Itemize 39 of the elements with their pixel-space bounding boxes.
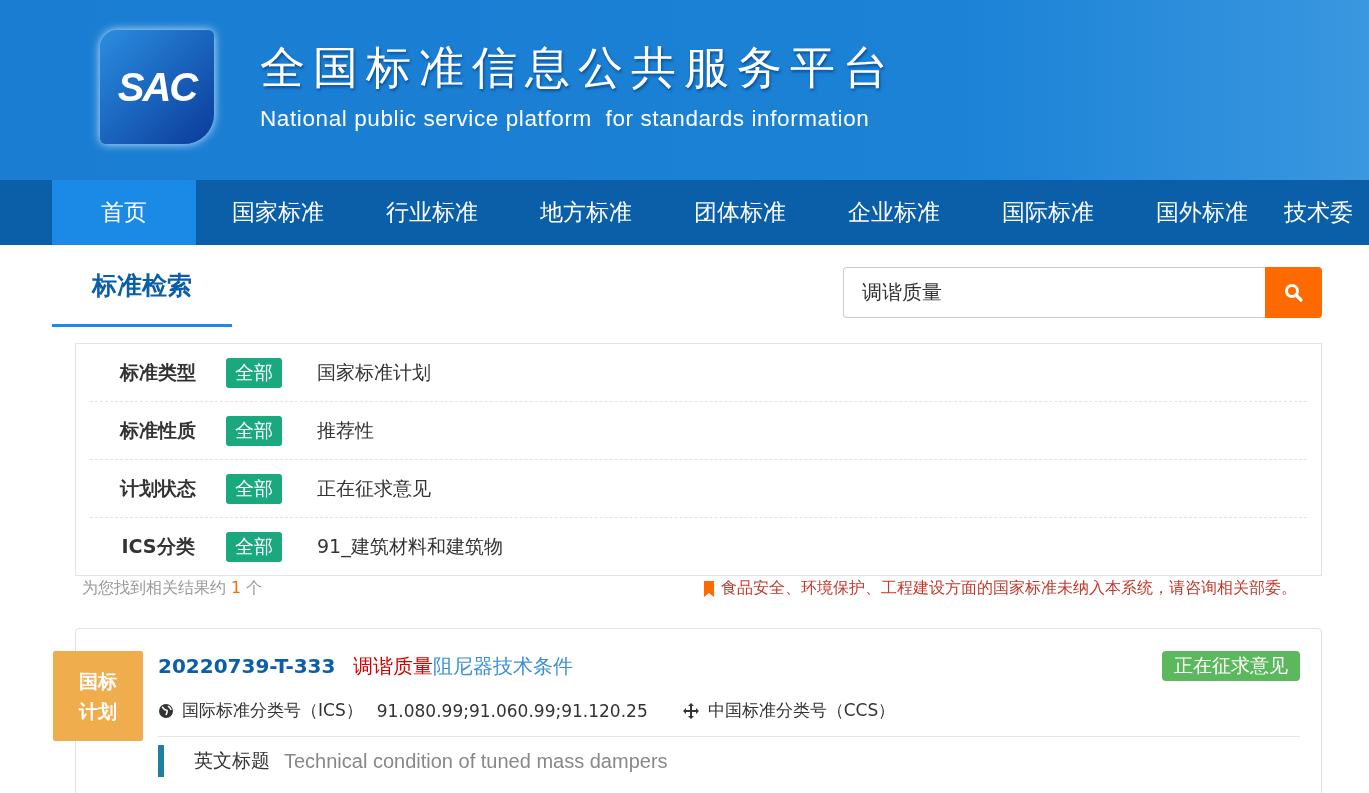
filter-label: 标准类型 bbox=[118, 359, 197, 385]
nav-tab[interactable]: 团体标准 bbox=[668, 180, 812, 245]
nav-tab[interactable]: 地方标准 bbox=[514, 180, 658, 245]
type-badge: 国标 计划 bbox=[53, 651, 143, 741]
move-arrows-icon bbox=[681, 701, 700, 720]
english-title-label: 英文标题 bbox=[194, 748, 270, 773]
filter-label: ICS分类 bbox=[120, 533, 196, 559]
result-summary: 为您找到相关结果约 1 个 bbox=[82, 578, 263, 599]
globe-icon bbox=[158, 702, 174, 719]
standard-title[interactable]: 调谐质量阻尼器技术条件 bbox=[353, 652, 574, 680]
ics-label: 国际标准分类号（ICS） bbox=[182, 699, 363, 722]
nav-tab[interactable]: 行业标准 bbox=[360, 180, 504, 245]
ccs-label: 中国标准分类号（CCS） bbox=[707, 699, 896, 722]
filter-value[interactable]: 正在征求意见 bbox=[317, 475, 431, 502]
filter-value[interactable]: 91_建筑材料和建筑物 bbox=[317, 533, 503, 560]
ics-value: 91.080.99;91.060.99;91.120.25 bbox=[376, 700, 648, 721]
nav-tab[interactable]: 企业标准 bbox=[822, 180, 966, 245]
filter-label: 计划状态 bbox=[118, 475, 197, 501]
site-title: 全国标准信息公共服务平台 bbox=[260, 40, 896, 96]
search-tab[interactable]: 标准检索 bbox=[52, 245, 232, 327]
filter-label: 标准性质 bbox=[118, 417, 197, 443]
search-button[interactable] bbox=[1265, 267, 1322, 318]
filter-value[interactable]: 推荐性 bbox=[317, 417, 374, 444]
site-subtitle: National public service platform for standards information bbox=[260, 106, 871, 132]
bookmark-icon bbox=[703, 580, 715, 597]
nav-tab[interactable]: 国外标准 bbox=[1130, 180, 1274, 245]
status-tag: 正在征求意见 bbox=[1162, 651, 1300, 681]
search-icon bbox=[1283, 282, 1304, 303]
nav-tab[interactable]: 首页 bbox=[52, 180, 196, 245]
accent-bar bbox=[158, 745, 164, 777]
standard-code[interactable]: 20220739-T-333 bbox=[158, 654, 336, 678]
filter-value[interactable]: 国家标准计划 bbox=[317, 359, 431, 386]
nav-tab[interactable]: 国家标准 bbox=[206, 180, 350, 245]
notice-text: 食品安全、环境保护、工程建设方面的国家标准未纳入本系统，请咨询相关部委。 bbox=[721, 578, 1297, 599]
english-title: Technical condition of tuned mass dampers bbox=[284, 749, 668, 773]
sac-logo[interactable]: SAC bbox=[100, 30, 214, 144]
nav-tab[interactable]: 国际标准 bbox=[976, 180, 1120, 245]
nav-tab[interactable]: 技术委 bbox=[1284, 180, 1369, 245]
search-field[interactable]: 调谐质量 bbox=[843, 267, 1265, 318]
